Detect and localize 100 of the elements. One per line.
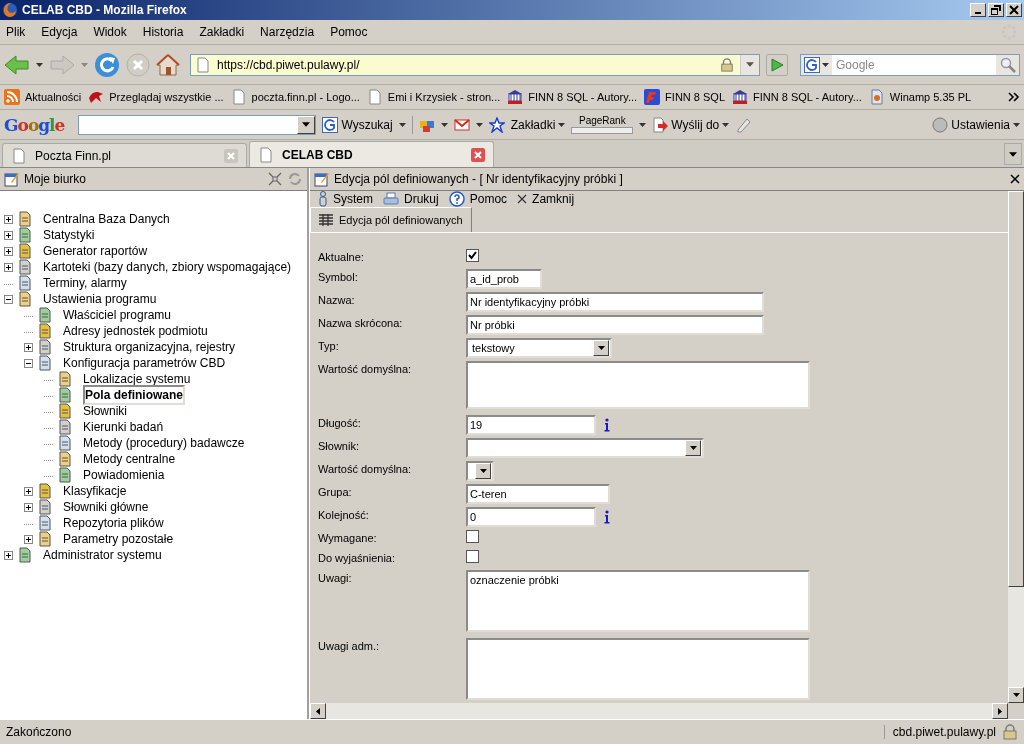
close-icon[interactable] [1010, 174, 1020, 184]
expander-icon[interactable] [4, 294, 13, 304]
scroll-thumb[interactable] [1008, 191, 1024, 587]
form-tab[interactable]: Edycja pól definiowanych [310, 207, 472, 232]
browser-tab[interactable]: Poczta Finn.pl [2, 143, 247, 167]
bookmark-item[interactable]: poczta.finn.pl - Logo... [230, 89, 360, 105]
bookmark-item[interactable]: FINN 8 SQL - Autory... [507, 89, 638, 105]
tree-item[interactable]: Kartoteki (bazy danych, zbiory wspomagające) [43, 260, 292, 274]
search-button[interactable]: Wyszukaj [322, 116, 393, 133]
tree-item[interactable]: Kierunki badań [83, 420, 164, 434]
firefox-icon [2, 2, 18, 18]
toolbar-button[interactable]: System [318, 191, 373, 207]
mail-icon[interactable] [453, 116, 470, 133]
tree-item[interactable]: Słowniki główne [63, 500, 149, 514]
dropdown[interactable] [466, 461, 494, 481]
tree-item[interactable]: Klasyfikacje [63, 484, 127, 498]
checkbox[interactable] [466, 550, 479, 563]
bookmarks-button[interactable]: Zakładki [510, 117, 566, 132]
search-button[interactable] [996, 53, 1020, 76]
text-area[interactable] [466, 361, 810, 409]
tree-item[interactable]: Adresy jednostek podmiotu [63, 324, 208, 338]
tree-item[interactable]: Powiadomienia [83, 468, 165, 482]
expander-icon[interactable] [4, 550, 13, 560]
info-icon[interactable] [604, 418, 610, 432]
toolbar-button[interactable]: Drukuj [383, 191, 439, 207]
pencil-icon[interactable] [735, 116, 752, 133]
tree-item[interactable]: Centralna Baza Danych [43, 212, 170, 226]
bookmark-item[interactable]: FINN 8 SQL [644, 89, 725, 105]
expander-icon[interactable] [4, 262, 13, 272]
document-icon [37, 515, 53, 531]
restore-button[interactable] [988, 3, 1004, 17]
input-field[interactable]: Nr identyfikacyjny próbki [466, 292, 764, 312]
browser-tab[interactable]: CELAB CBD [249, 141, 494, 167]
dropdown[interactable]: tekstowy [466, 338, 612, 358]
bookmark-item[interactable]: Emi i Krzysiek - stron... [366, 89, 501, 105]
chevron-icon[interactable] [1008, 92, 1020, 102]
expander-icon[interactable] [24, 534, 33, 544]
expander-icon[interactable] [24, 358, 33, 368]
expander-icon[interactable] [4, 230, 13, 240]
bookmark-item[interactable]: Winamp 5.35 PL [868, 89, 972, 105]
expander-icon[interactable] [24, 342, 33, 352]
menu-item[interactable]: Narzędzia [260, 25, 315, 39]
tree-item[interactable]: Metody (procedury) badawcze [83, 436, 245, 450]
go-button[interactable] [766, 53, 788, 76]
checkbox[interactable] [466, 530, 479, 543]
tree-item[interactable]: Metody centralne [83, 452, 176, 466]
menu-item[interactable]: Historia [142, 25, 184, 39]
menu-item[interactable]: Widok [93, 25, 127, 39]
input-field[interactable]: Nr próbki [466, 315, 764, 335]
toolbar-button[interactable]: Pomoc [448, 191, 508, 207]
star-icon[interactable] [488, 116, 505, 133]
menu-item[interactable]: Zakładki [199, 25, 245, 39]
menu-item[interactable]: Plik [6, 25, 26, 39]
tree-item[interactable]: Ustawienia programu [43, 292, 157, 306]
horizontal-scrollbar[interactable] [310, 703, 1008, 719]
edit-window-icon [314, 171, 330, 187]
info-icon[interactable] [604, 510, 610, 524]
tree-item[interactable]: Struktura organizacyjna, rejestry [63, 340, 236, 354]
vertical-scrollbar[interactable] [1008, 191, 1024, 703]
close-button[interactable] [1006, 3, 1022, 17]
tab-list-button[interactable] [1004, 143, 1022, 165]
expander-icon[interactable] [24, 502, 33, 512]
bookmark-item[interactable]: FINN 8 SQL - Autory... [732, 89, 862, 105]
tree-item[interactable]: Terminy, alarmy [43, 276, 127, 290]
text-area[interactable]: oznaczenie próbki [466, 570, 810, 632]
input-field[interactable]: 19 [466, 415, 596, 435]
tree-item[interactable]: Lokalizacje systemu [83, 372, 191, 386]
expander-icon[interactable] [4, 214, 13, 224]
tree-item[interactable]: Słowniki [83, 404, 127, 418]
toolbar-button[interactable]: Zamknij [517, 192, 575, 206]
settings-button[interactable]: Ustawienia [932, 116, 1020, 133]
bookmark-item[interactable]: Przeglądaj wszystkie ... [88, 89, 224, 105]
minimize-button[interactable] [970, 3, 986, 17]
input-field[interactable]: 0 [466, 507, 596, 527]
tree-item[interactable]: Konfiguracja parametrów CBD [63, 356, 226, 370]
tree-item[interactable]: Statystyki [43, 228, 95, 242]
expander-icon[interactable] [4, 246, 13, 256]
menu-item[interactable]: Pomoc [330, 25, 368, 39]
tree-item[interactable]: Pola definiowane [83, 385, 185, 405]
tree-item[interactable]: Repozytoria plików [63, 516, 164, 530]
tree-item[interactable]: Generator raportów [43, 244, 148, 258]
search-engine-button[interactable] [800, 53, 832, 76]
bookmark-item[interactable]: Aktualności [4, 89, 82, 105]
google-search-field[interactable] [78, 114, 317, 135]
text-area[interactable] [466, 638, 810, 700]
expander-icon[interactable] [24, 486, 33, 496]
input-field[interactable]: C-teren [466, 484, 610, 504]
menu-item[interactable]: Edycja [41, 25, 78, 39]
tree-item[interactable]: Parametry pozostałe [63, 532, 174, 546]
checkbox[interactable] [466, 249, 479, 262]
search-field[interactable]: Google [832, 53, 996, 76]
collapse-icon[interactable] [267, 171, 283, 187]
tree-item[interactable]: Właściciel programu [63, 308, 172, 322]
history-dropdown-button[interactable] [740, 54, 759, 75]
address-field[interactable]: https://cbd.piwet.pulawy.pl/ [190, 53, 760, 76]
document-icon [17, 259, 33, 275]
send-to-button[interactable]: Wyślij do [652, 116, 730, 133]
input-field[interactable]: a_id_prob [466, 269, 542, 289]
tab-close-icon[interactable] [471, 147, 485, 162]
tree-item[interactable]: Administrator systemu [43, 548, 162, 562]
